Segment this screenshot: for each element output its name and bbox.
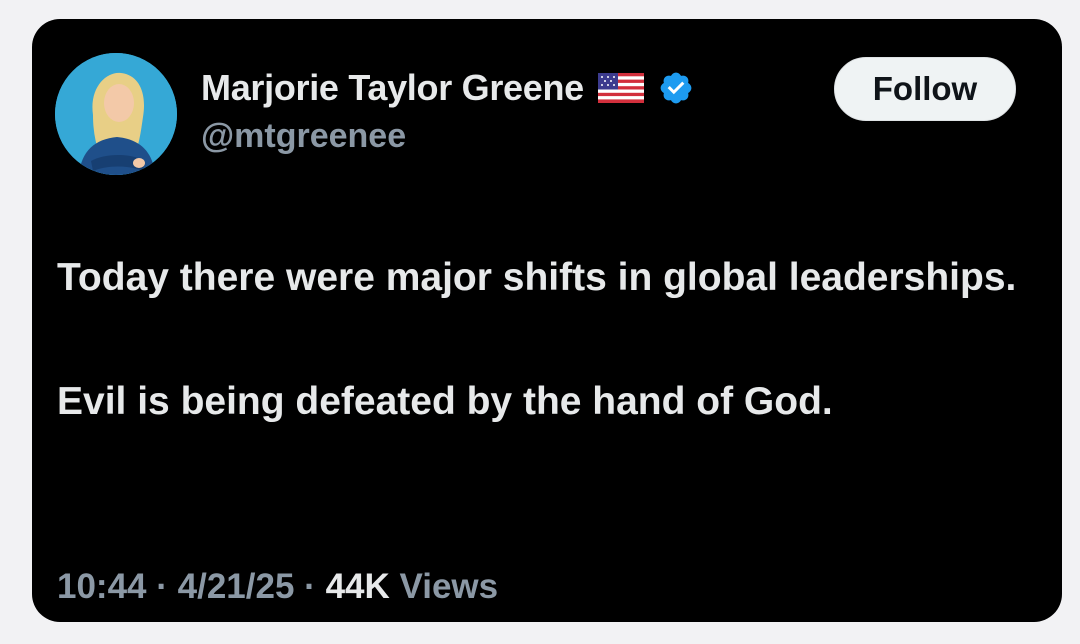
tweet-meta: 10:44 · 4/21/25 · 44K Views xyxy=(57,567,498,607)
verified-badge-icon[interactable] xyxy=(658,70,694,106)
tweet-text: Today there were major shifts in global … xyxy=(57,247,1017,433)
author-handle[interactable]: @mtgreenee xyxy=(201,117,406,156)
avatar-photo xyxy=(55,53,177,175)
author-name-row: Marjorie Taylor Greene xyxy=(201,66,694,110)
tweet-paragraph: Evil is being defeated by the hand of Go… xyxy=(57,380,833,423)
views-count[interactable]: 44K xyxy=(326,567,390,606)
author-display-name[interactable]: Marjorie Taylor Greene xyxy=(201,67,584,109)
follow-button[interactable]: Follow xyxy=(834,57,1016,121)
author-avatar[interactable] xyxy=(55,53,177,175)
tweet-date[interactable]: 4/21/25 xyxy=(178,567,295,606)
tweet-paragraph: Today there were major shifts in global … xyxy=(57,256,1017,299)
meta-separator: · xyxy=(304,567,316,606)
views-label: Views xyxy=(399,567,499,606)
tweet-time[interactable]: 10:44 xyxy=(57,567,147,606)
us-flag-icon xyxy=(597,73,644,103)
tweet-card: Marjorie Taylor Greene @mtgreenee Follow… xyxy=(32,19,1062,622)
meta-separator: · xyxy=(156,567,168,606)
